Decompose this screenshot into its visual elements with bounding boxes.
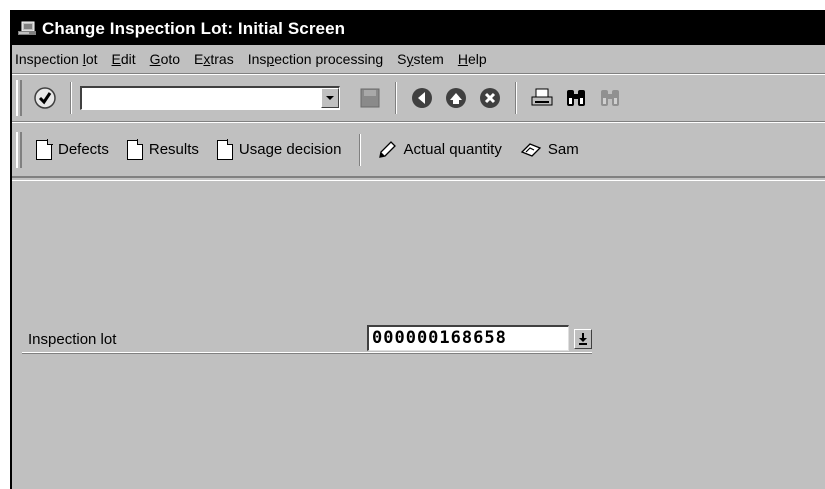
inspection-lot-row: Inspection lot 000000168658 [22,325,592,353]
menu-bar: Inspection lot Edit Goto Extras Inspecti… [12,45,825,74]
find-next-button[interactable] [596,84,624,112]
window-title: Change Inspection Lot: Initial Screen [42,18,346,38]
enter-icon [34,87,56,109]
back-icon [412,88,432,108]
actual-quantity-button[interactable]: Actual quantity [377,140,502,160]
inspection-lot-input[interactable]: 000000168658 [367,325,569,351]
inspection-lot-search-help-button[interactable] [574,329,592,349]
pencil-icon [379,140,397,158]
toolbar-separator [70,82,72,114]
toolbar-separator [359,133,362,166]
find-icon [567,90,585,106]
title-bar: Change Inspection Lot: Initial Screen [12,12,825,45]
exit-button[interactable] [442,84,470,112]
menu-goto[interactable]: Goto [150,51,180,67]
toolbar-separator [395,82,397,114]
sample-button[interactable]: Sam [520,140,579,160]
usage-decision-label: Usage decision [238,141,342,158]
menu-inspection-processing[interactable]: Inspection processing [248,51,383,67]
find-button[interactable] [562,84,590,112]
results-label: Results [148,141,199,158]
save-icon [360,88,380,108]
print-icon [531,88,553,106]
inspection-lot-label: Inspection lot [28,331,117,348]
enter-button[interactable] [31,84,59,112]
menu-extras[interactable]: Extras [194,51,234,67]
document-icon [126,139,144,160]
sample-label: Sam [547,141,579,158]
results-button[interactable]: Results [126,139,199,160]
main-content: Inspection lot 000000168658 [12,180,825,489]
command-field[interactable] [80,86,340,110]
command-dropdown-button[interactable] [321,88,339,108]
cancel-icon [480,88,500,108]
back-button[interactable] [408,84,436,112]
toolbar-grip[interactable] [16,80,22,116]
toolbar-grip[interactable] [16,131,22,168]
document-icon [216,139,234,160]
menu-system[interactable]: System [397,51,444,67]
sap-system-icon[interactable] [16,20,38,38]
standard-toolbar [12,74,825,122]
menu-edit[interactable]: Edit [112,51,136,67]
defects-button[interactable]: Defects [36,139,109,160]
actual-quantity-label: Actual quantity [403,141,502,158]
find-next-icon [601,90,619,106]
chevron-down-icon [326,96,334,100]
menu-inspection-lot[interactable]: Inspection lot [15,51,98,67]
application-toolbar: Defects Results Usage decision Actual qu… [12,122,825,178]
arrow-down-icon [579,333,587,345]
document-icon [36,139,53,160]
sap-window: Change Inspection Lot: Initial Screen In… [10,10,825,489]
save-button[interactable] [356,84,384,112]
toolbar-separator [515,82,517,114]
sample-icon [520,142,542,157]
print-button[interactable] [528,84,556,112]
usage-decision-button[interactable]: Usage decision [216,139,342,160]
cancel-button[interactable] [476,84,504,112]
exit-icon [446,88,466,108]
menu-help[interactable]: Help [458,51,487,67]
defects-label: Defects [58,141,109,158]
